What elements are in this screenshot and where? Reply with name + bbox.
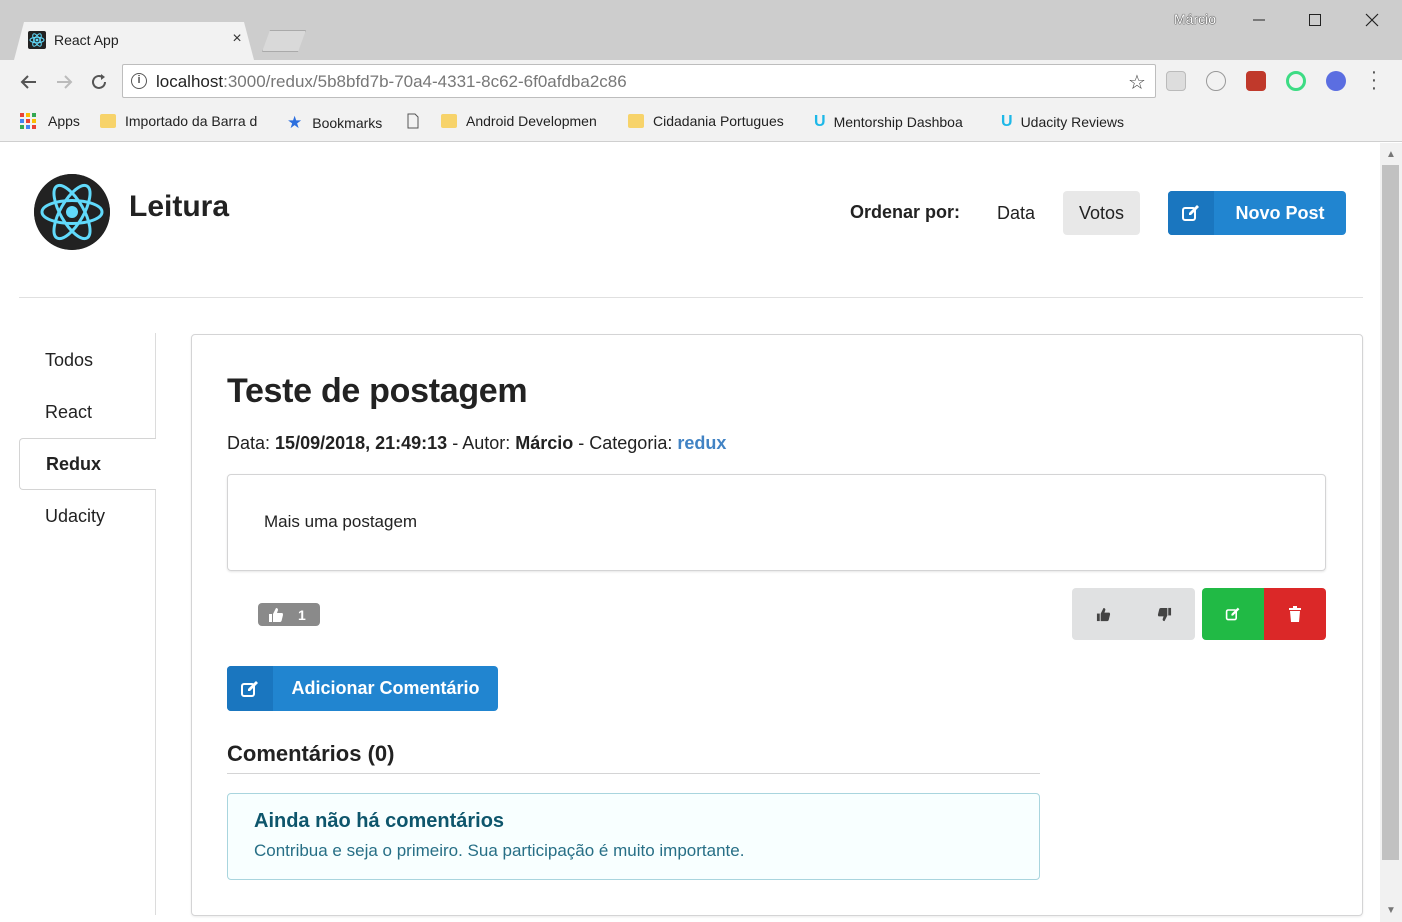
bookmark-folder-importado[interactable]: Importado da Barra d [100,113,257,129]
sort-label: Ordenar por: [850,202,961,222]
reload-icon[interactable] [87,70,111,94]
scroll-up-icon[interactable]: ▲ [1380,146,1402,164]
bookmark-udacity-reviews[interactable]: U Udacity Reviews [1001,113,1124,131]
folder-icon [441,114,457,128]
folder-icon [100,114,116,128]
sort-by-date-button[interactable]: Data [984,191,1048,235]
bookmark-folder-cidadania[interactable]: Cidadania Portugues [628,113,784,129]
no-comments-title: Ainda não há comentários [254,810,505,832]
page-icon [407,113,419,129]
udacity-icon: U [814,113,826,130]
extension-ring-icon[interactable] [1286,71,1306,91]
sidebar-item-redux[interactable]: Redux [19,438,156,490]
app-brand[interactable]: Leitura [129,190,229,224]
bookmark-apps[interactable]: Apps [20,113,80,129]
add-comment-button[interactable]: Adicionar Comentário [227,666,498,711]
vote-score-badge: 1 [258,603,320,626]
delete-post-button[interactable] [1264,588,1326,640]
bookmark-folder-android[interactable]: Android Developmen [441,113,597,129]
react-favicon-icon [28,31,46,49]
sort-by-votes-button[interactable]: Votos [1063,191,1140,235]
new-post-button[interactable]: Novo Post [1168,191,1346,235]
udacity-icon: U [1001,113,1013,130]
header-divider [19,297,1363,298]
sidebar-item-todos[interactable]: Todos [19,334,156,386]
extension-r-icon[interactable] [1326,71,1346,91]
post-title: Teste de postagem [227,372,528,410]
minimize-icon[interactable] [1239,8,1279,32]
maximize-icon[interactable] [1295,8,1335,32]
bookmark-bookmarks[interactable]: ★ Bookmarks [287,113,382,133]
post-meta: Data: 15/09/2018, 21:49:13 - Autor: Márc… [227,433,727,453]
close-window-icon[interactable] [1352,8,1392,32]
post-date: 15/09/2018, 21:49:13 [275,433,448,453]
comments-divider [227,773,1040,774]
url-text[interactable]: localhost:3000/redux/5b8bfd7b-70a4-4331-… [156,72,627,92]
back-icon[interactable] [17,70,41,94]
edit-icon [1225,607,1240,621]
forward-icon[interactable] [52,70,76,94]
browser-tab[interactable] [14,22,254,60]
extension-cast-icon[interactable] [1166,71,1186,91]
edit-icon [227,666,273,711]
site-info-icon[interactable]: i [131,73,147,89]
apps-grid-icon [20,113,36,129]
comments-heading: Comentários (0) [227,741,395,766]
trash-icon [1289,606,1301,622]
thumbs-up-icon [1096,607,1110,621]
edit-post-button[interactable] [1202,588,1264,640]
scroll-thumb[interactable] [1382,165,1399,860]
thumbs-up-icon [269,607,283,622]
react-logo-icon [34,174,110,250]
scroll-down-icon[interactable]: ▼ [1380,902,1402,920]
post-body: Mais uma postagem [264,512,418,531]
bookmark-page[interactable] [407,113,419,129]
post-category-link[interactable]: redux [677,433,726,453]
upvote-button[interactable] [1072,588,1134,640]
tab-title: React App [54,32,119,48]
edit-icon [1168,191,1214,235]
extension-json-icon[interactable] [1206,71,1226,91]
bookmark-star-icon[interactable]: ☆ [1128,70,1146,95]
browser-menu-icon[interactable]: · · · [1366,62,1382,98]
star-icon: ★ [287,113,303,132]
bookmark-mentorship[interactable]: U Mentorship Dashboa [814,113,963,131]
folder-icon [628,114,644,128]
thumbs-down-icon [1157,607,1171,621]
sidebar-item-react[interactable]: React [19,386,156,438]
post-author: Márcio [515,433,574,453]
extension-paw-icon[interactable] [1246,71,1266,91]
tab-close-icon[interactable]: × [229,30,245,48]
profile-name[interactable]: Márcio [1174,11,1216,27]
sidebar-item-udacity[interactable]: Udacity [19,490,156,542]
no-comments-message [227,793,1040,880]
downvote-button[interactable] [1133,588,1195,640]
no-comments-text: Contribua e seja o primeiro. Sua partici… [254,841,745,860]
